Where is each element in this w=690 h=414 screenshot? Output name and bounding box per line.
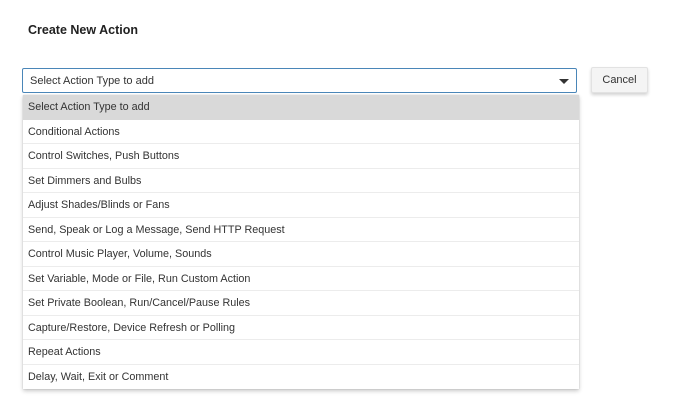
- dropdown-option-set-variable[interactable]: Set Variable, Mode or File, Run Custom A…: [23, 267, 579, 291]
- dropdown-option-capture-restore[interactable]: Capture/Restore, Device Refresh or Polli…: [23, 316, 579, 340]
- dropdown-option-repeat-actions[interactable]: Repeat Actions: [23, 340, 579, 365]
- dropdown-option-select-action-type[interactable]: Select Action Type to add: [23, 95, 579, 120]
- page-title: Create New Action: [28, 23, 138, 37]
- dropdown-option-set-dimmers[interactable]: Set Dimmers and Bulbs: [23, 169, 579, 193]
- dropdown-option-send-message[interactable]: Send, Speak or Log a Message, Send HTTP …: [23, 218, 579, 242]
- dropdown-option-control-music[interactable]: Control Music Player, Volume, Sounds: [23, 242, 579, 267]
- create-action-page: Create New Action Select Action Type to …: [0, 0, 690, 414]
- dropdown-option-conditional-actions[interactable]: Conditional Actions: [23, 120, 579, 144]
- select-current-value: Select Action Type to add: [30, 75, 154, 87]
- dropdown-option-private-boolean[interactable]: Set Private Boolean, Run/Cancel/Pause Ru…: [23, 291, 579, 316]
- action-type-dropdown: Select Action Type to add Conditional Ac…: [23, 95, 579, 389]
- cancel-button[interactable]: Cancel: [591, 67, 648, 93]
- caret-down-icon[interactable]: [559, 79, 569, 84]
- action-type-select[interactable]: Select Action Type to add: [22, 68, 577, 93]
- dropdown-option-control-switches[interactable]: Control Switches, Push Buttons: [23, 144, 579, 169]
- dropdown-option-delay-wait[interactable]: Delay, Wait, Exit or Comment: [23, 365, 579, 390]
- dropdown-option-adjust-shades[interactable]: Adjust Shades/Blinds or Fans: [23, 193, 579, 218]
